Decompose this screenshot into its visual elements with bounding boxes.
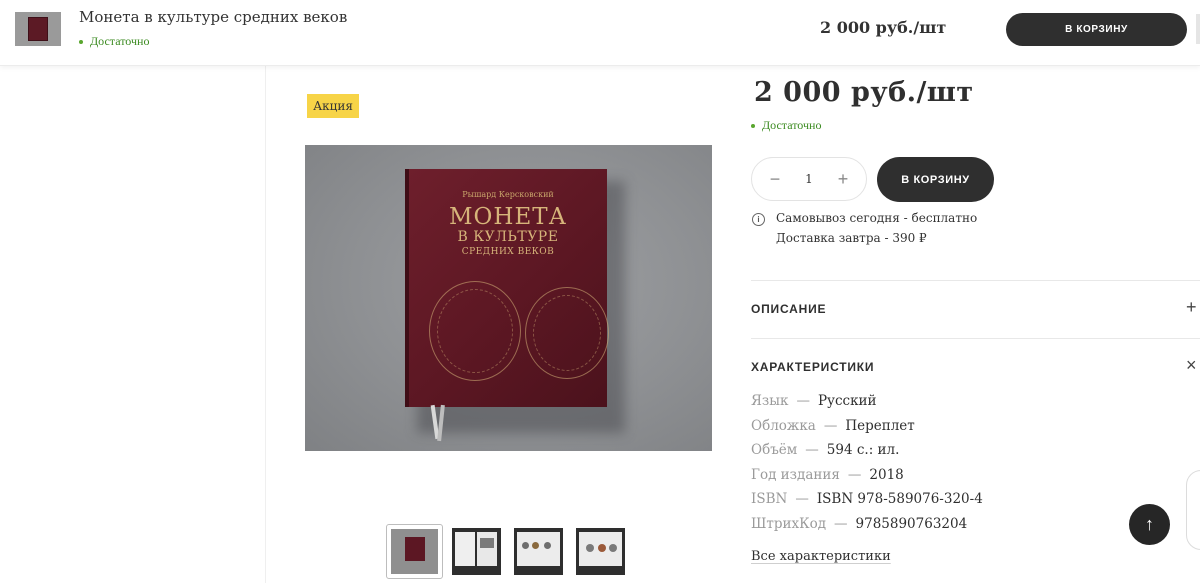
spec-separator: — <box>834 515 848 532</box>
spec-row-cover: Обложка — Переплет <box>751 418 983 443</box>
thumbnail-image <box>514 528 563 575</box>
product-main-image[interactable]: Рышард Керсковский МОНЕТА В КУЛЬТУРЕ СРЕ… <box>305 145 712 451</box>
spec-row-barcode: ШтрихКод — 9785890763204 <box>751 516 983 541</box>
sticky-product-title: Монета в культуре средних веков <box>79 8 348 26</box>
sticky-add-to-cart-button[interactable]: В КОРЗИНУ <box>1006 13 1187 46</box>
spec-value: 9785890763204 <box>855 515 968 532</box>
promo-badge: Акция <box>307 94 359 118</box>
spec-separator: — <box>805 442 819 459</box>
product-thumbnail-small[interactable] <box>15 12 61 46</box>
availability-status: Достаточно <box>751 118 821 133</box>
spec-key: Язык <box>751 393 789 409</box>
quantity-decrease-button[interactable]: − <box>766 169 784 190</box>
spec-separator: — <box>823 417 838 434</box>
pickup-info: Самовывоз сегодня - бесплатно <box>776 211 978 225</box>
page-left <box>455 532 475 566</box>
delivery-info-text: Доставка завтра - 390 ₽ <box>776 231 927 245</box>
coin-dot <box>532 542 539 549</box>
column-divider <box>265 66 266 583</box>
quantity-increase-button[interactable]: + <box>834 169 852 190</box>
product-price: 2 000 руб./шт <box>754 77 974 108</box>
accordion-description-title[interactable]: ОПИСАНИЕ <box>751 302 826 316</box>
spec-key: Объём <box>751 442 798 459</box>
coin-inner-ring <box>533 295 601 371</box>
coin-dot <box>586 544 594 552</box>
coin-emblem-left <box>429 281 521 381</box>
coin-inner-ring <box>437 289 513 373</box>
arrow-up-icon: ↑ <box>1145 514 1154 534</box>
all-characteristics-link[interactable]: Все характеристики <box>751 549 891 564</box>
spec-key: ШтрихКод <box>751 515 827 532</box>
spec-row-year: Год издания — 2018 <box>751 467 983 492</box>
scroll-to-top-button[interactable]: ↑ <box>1129 504 1170 545</box>
spec-separator: — <box>796 393 810 409</box>
thumbnail-image <box>452 528 501 575</box>
spec-value: 594 с.: ил. <box>826 442 900 459</box>
page-picture <box>480 538 494 548</box>
spec-separator: — <box>847 466 862 483</box>
page-spread <box>517 532 560 566</box>
accordion-characteristics-title[interactable]: ХАРАКТЕРИСТИКИ <box>751 360 874 374</box>
book-cover: Рышард Керсковский МОНЕТА В КУЛЬТУРЕ СРЕ… <box>405 169 609 407</box>
availability-text: Достаточно <box>762 118 822 132</box>
thumbnail-spread-2[interactable] <box>510 524 567 579</box>
spec-value: ISBN 978-589076-320-4 <box>816 491 983 508</box>
spec-key: Год издания <box>751 466 840 483</box>
info-icon: i <box>752 213 765 226</box>
sticky-availability-text: Достаточно <box>90 34 150 48</box>
sticky-availability: Достаточно <box>79 34 149 49</box>
cover-title-line1: МОНЕТА <box>448 204 567 230</box>
spec-row-language: Язык — Русский <box>751 393 983 418</box>
add-to-cart-button[interactable]: В КОРЗИНУ <box>877 157 994 202</box>
thumbnail-spread-3[interactable] <box>572 524 629 579</box>
book-cover-mini <box>28 17 48 41</box>
sticky-price: 2 000 руб./шт <box>820 18 947 37</box>
coin-dot <box>522 542 529 549</box>
divider <box>751 280 1200 281</box>
quantity-value[interactable]: 1 <box>805 172 813 186</box>
divider <box>751 338 1200 339</box>
thumbnail-spread-1[interactable] <box>448 524 505 579</box>
expand-plus-icon[interactable]: + <box>1186 297 1197 318</box>
coin-dot <box>544 542 551 549</box>
scrollbar-edge <box>1196 14 1200 44</box>
thumbnail-cover[interactable] <box>386 524 443 579</box>
sticky-product-bar: Монета в культуре средних веков Достаточ… <box>0 0 1200 66</box>
spec-row-isbn: ISBN — ISBN 978-589076-320-4 <box>751 491 983 516</box>
thumbnail-image <box>576 528 625 575</box>
spec-row-pages: Объём — 594 с.: ил. <box>751 442 983 467</box>
coin-dot <box>598 544 606 552</box>
spec-value: 2018 <box>869 466 904 483</box>
thumbnail-image <box>391 529 438 574</box>
spec-value: Русский <box>817 393 877 409</box>
coin-dot <box>609 544 617 552</box>
spec-value: Переплет <box>845 417 915 434</box>
side-widget-edge[interactable] <box>1186 470 1200 550</box>
availability-dot-icon <box>79 40 83 45</box>
quantity-stepper: − 1 + <box>751 157 867 201</box>
book-cover-mini <box>405 537 425 561</box>
cover-author: Рышард Керсковский <box>462 190 554 199</box>
spec-key: ISBN <box>751 491 788 508</box>
spec-key: Обложка <box>751 417 816 434</box>
coin-emblem-right <box>525 287 609 379</box>
cover-title-line3: СРЕДНИХ ВЕКОВ <box>461 247 555 257</box>
characteristics-list: Язык — Русский Обложка — Переплет Объём — 594 … <box>751 393 983 541</box>
spec-separator: — <box>795 491 809 508</box>
availability-dot-icon <box>751 124 755 129</box>
cover-title-line2: В КУЛЬТУРЕ <box>457 229 559 245</box>
collapse-close-icon[interactable]: × <box>1186 355 1197 376</box>
